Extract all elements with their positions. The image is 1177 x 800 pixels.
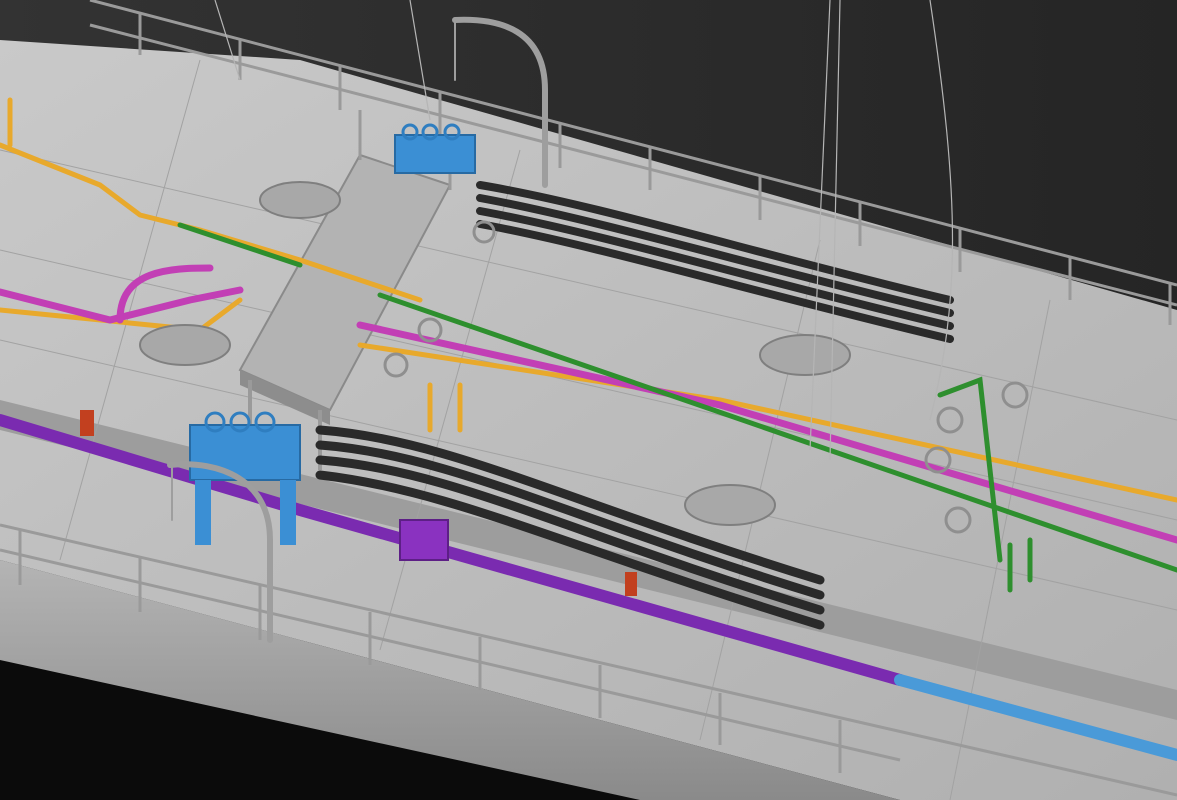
ship-deck-scene [0,0,1177,800]
purple-junction-box [399,519,449,561]
